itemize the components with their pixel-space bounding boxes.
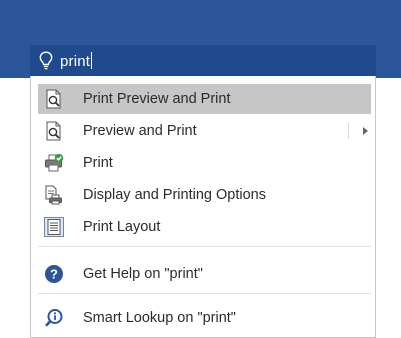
menu-item-preview-and-print[interactable]: Preview and Print [38, 116, 371, 146]
menu-item-get-help[interactable]: ? Get Help on "print" [38, 259, 371, 289]
menu-item-label: Print Layout [83, 219, 161, 235]
print-preview-icon [44, 89, 64, 109]
menu-item-label: Print Preview and Print [83, 91, 231, 107]
menu-separator [38, 246, 371, 247]
menu-item-smart-lookup[interactable]: Smart Lookup on "print" [38, 303, 371, 333]
svg-text:?: ? [50, 267, 58, 282]
printer-check-icon [44, 153, 64, 173]
printing-options-icon [44, 185, 64, 205]
text-caret [91, 51, 93, 69]
submenu-divider [348, 123, 349, 139]
print-preview-icon [44, 121, 64, 141]
submenu-arrow-icon[interactable] [363, 127, 368, 135]
menu-separator [38, 293, 371, 294]
menu-item-label: Print [83, 155, 113, 171]
help-icon: ? [44, 264, 64, 284]
menu-item-print-preview-and-print[interactable]: Print Preview and Print [38, 84, 371, 114]
smart-lookup-icon [44, 308, 64, 328]
menu-item-label: Preview and Print [83, 123, 197, 139]
menu-item-label: Smart Lookup on "print" [83, 310, 236, 326]
search-results-dropdown: Print Preview and Print Preview and Prin… [30, 76, 376, 338]
menu-item-display-and-printing-options[interactable]: Display and Printing Options [38, 180, 371, 210]
menu-item-label: Get Help on "print" [83, 266, 203, 282]
menu-item-print-layout[interactable]: Print Layout [38, 212, 371, 242]
lightbulb-icon [38, 51, 54, 71]
print-layout-icon [44, 217, 64, 237]
menu-item-label: Display and Printing Options [83, 187, 266, 203]
search-input[interactable]: print [60, 51, 93, 70]
menu-item-print[interactable]: Print [38, 148, 371, 178]
tell-me-search-box[interactable]: print [30, 45, 376, 76]
